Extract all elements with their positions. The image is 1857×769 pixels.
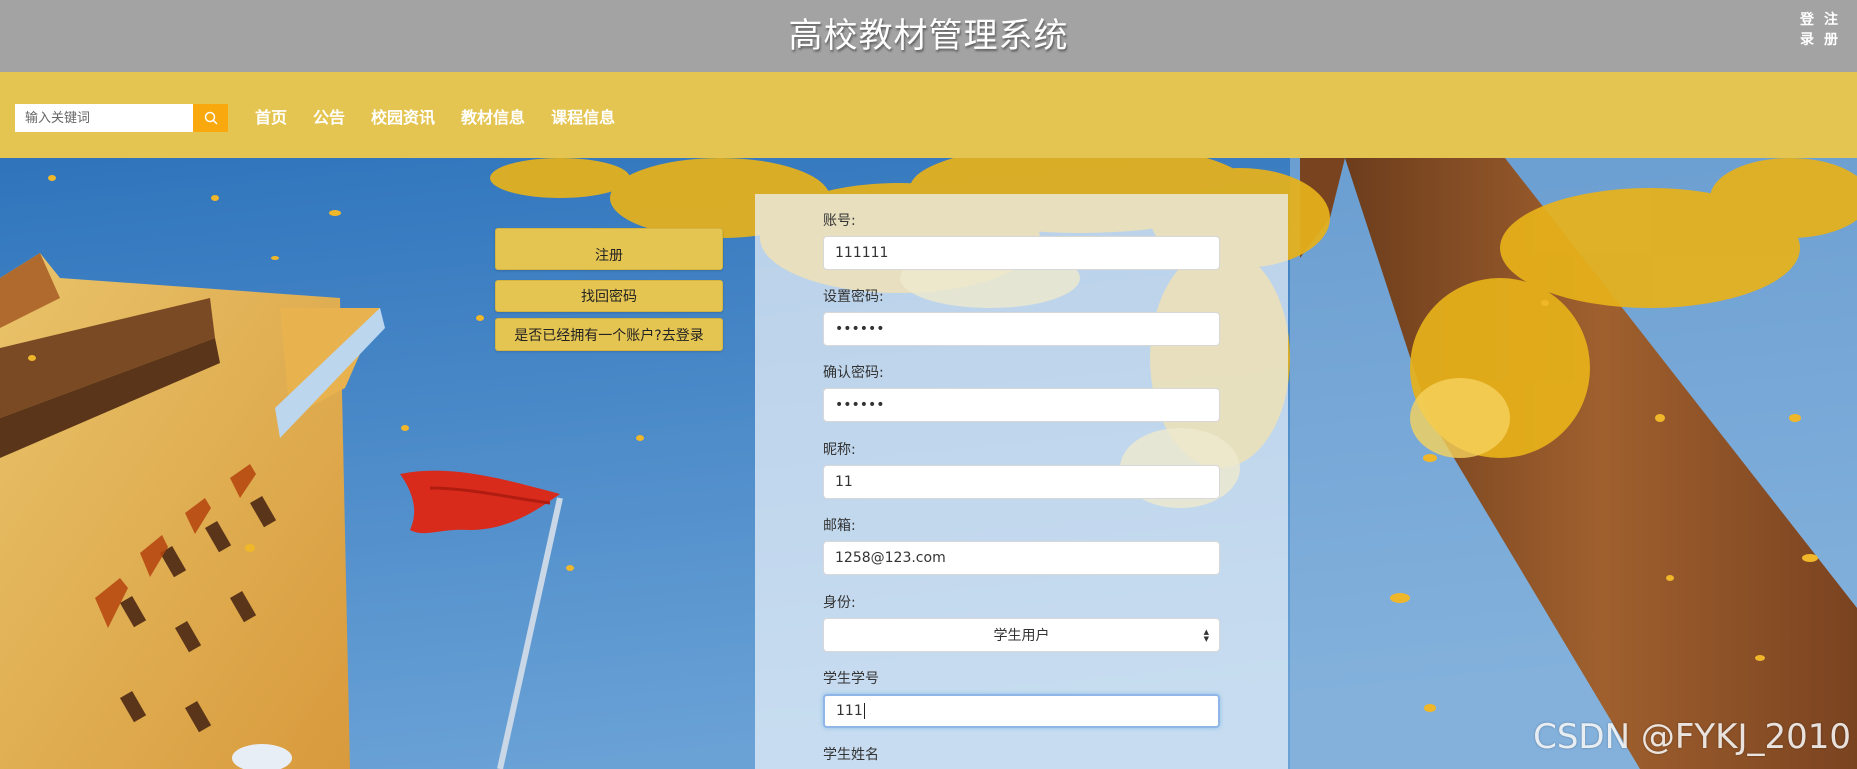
student-id-value: 111 — [836, 703, 863, 719]
forgot-password-button[interactable]: 找回密码 — [495, 280, 723, 312]
nav-item-home[interactable]: 首页 — [255, 104, 287, 132]
confirm-password-label: 确认密码: — [823, 365, 884, 381]
email-label: 邮箱: — [823, 518, 856, 534]
student-id-label: 学生学号 — [823, 671, 879, 687]
search-input[interactable] — [15, 104, 193, 132]
register-button[interactable]: 注册 — [495, 228, 723, 270]
nav-bar: 首页 公告 校园资讯 教材信息 课程信息 — [0, 72, 1857, 158]
nickname-label: 昵称: — [823, 442, 856, 458]
register-form: 账号: 111111 设置密码: •••••• 确认密码: •••••• 昵称:… — [755, 194, 1288, 769]
password-input[interactable]: •••••• — [823, 312, 1220, 346]
student-id-input[interactable]: 111 — [823, 694, 1220, 728]
search-icon — [204, 111, 218, 125]
register-link[interactable]: 注册 — [1823, 10, 1839, 50]
nav-item-course-info[interactable]: 课程信息 — [551, 104, 615, 132]
student-name-label: 学生姓名 — [823, 747, 879, 763]
login-link[interactable]: 登录 — [1799, 10, 1815, 50]
search-button[interactable] — [193, 104, 228, 132]
nav-item-announcements[interactable]: 公告 — [313, 104, 345, 132]
password-label: 设置密码: — [823, 289, 884, 305]
auth-links: 登录 注册 — [1799, 10, 1839, 50]
email-input[interactable]: 1258@123.com — [823, 541, 1220, 575]
confirm-password-input[interactable]: •••••• — [823, 388, 1220, 422]
account-label: 账号: — [823, 213, 856, 229]
site-title: 高校教材管理系统 — [788, 16, 1069, 56]
select-arrows-icon: ▲ ▼ — [1203, 628, 1209, 643]
text-caret — [863, 703, 865, 719]
top-header: 高校教材管理系统 登录 注册 — [0, 0, 1857, 72]
nickname-input[interactable]: 11 — [823, 465, 1220, 499]
nav-menu: 首页 公告 校园资讯 教材信息 课程信息 — [255, 104, 615, 132]
identity-label: 身份: — [823, 595, 856, 611]
nav-item-campus-news[interactable]: 校园资讯 — [371, 104, 435, 132]
nav-item-textbook-info[interactable]: 教材信息 — [461, 104, 525, 132]
identity-selected-value: 学生用户 — [993, 628, 1050, 644]
watermark: CSDN @FYKJ_2010 — [1533, 717, 1851, 757]
account-input[interactable]: 111111 — [823, 236, 1220, 270]
go-login-button[interactable]: 是否已经拥有一个账户?去登录 — [495, 318, 723, 351]
identity-select[interactable]: 学生用户 ▲ ▼ — [823, 618, 1220, 652]
